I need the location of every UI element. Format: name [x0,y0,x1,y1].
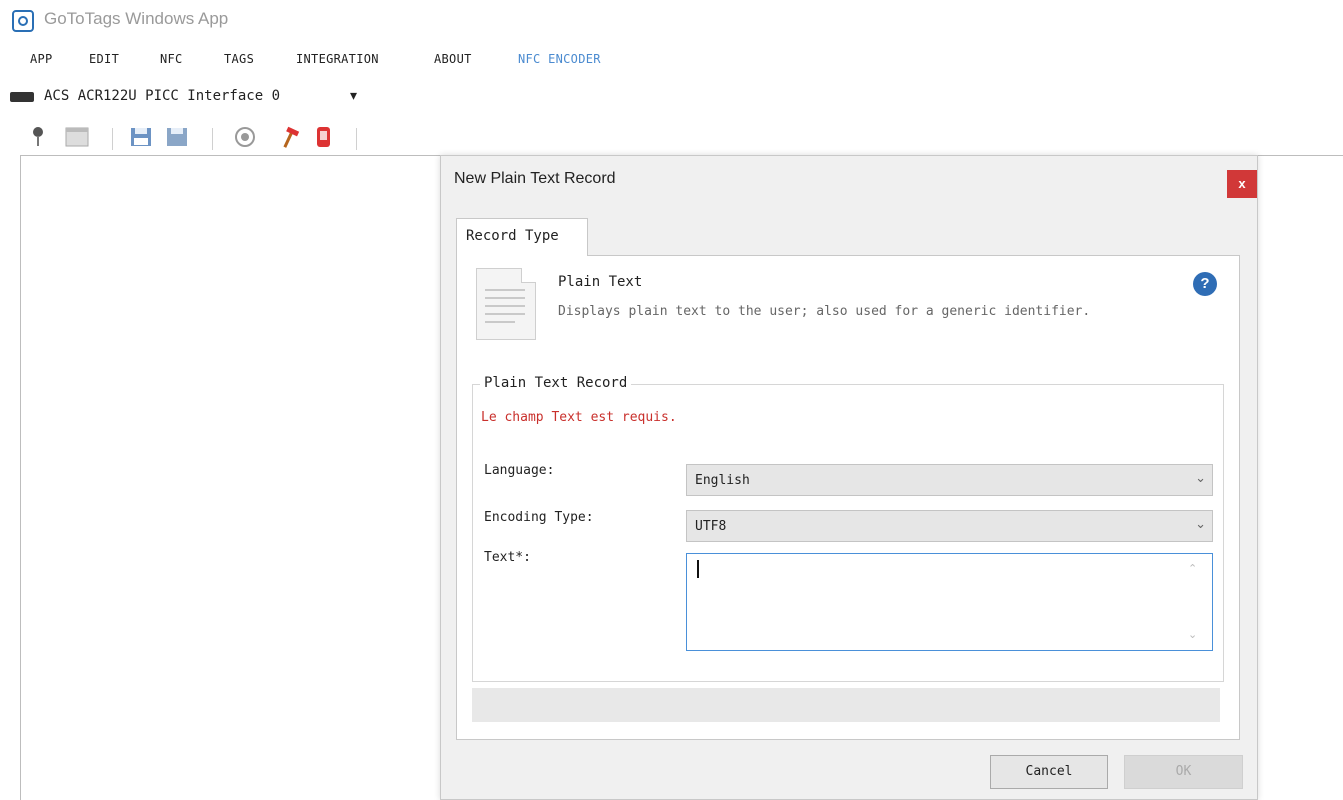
language-label: Language: [484,463,555,478]
text-input[interactable] [686,553,1213,651]
toolbar-separator [212,128,213,150]
app-logo-icon [12,10,34,32]
window-title: GoToTags Windows App [44,9,229,28]
encoding-type-value: UTF8 [695,519,727,534]
chevron-down-icon[interactable]: ▾ [350,88,357,104]
tab-label: Record Type [466,228,559,244]
menu-nfc[interactable]: NFC [160,52,183,66]
hammer-icon[interactable] [276,124,302,150]
help-icon[interactable]: ? [1193,272,1217,296]
encoding-type-label: Encoding Type: [484,510,594,525]
encoding-type-select[interactable]: UTF8 ⌄ [686,510,1213,542]
language-select[interactable]: English ⌄ [686,464,1213,496]
ok-button[interactable]: OK [1124,755,1243,789]
text-label: Text*: [484,550,531,565]
save-icon[interactable] [128,124,154,150]
close-button[interactable]: x [1227,170,1257,198]
record-type-description: Displays plain text to the user; also us… [558,304,1091,319]
validation-error: Le champ Text est requis. [481,410,677,425]
language-value: English [695,473,750,488]
device-selector[interactable]: ACS ACR122U PICC Interface 0 [44,88,280,104]
reader-icon [10,92,34,102]
main-panel-right [1258,155,1343,800]
chevron-down-icon: ⌄ [1195,471,1206,486]
save-disk-icon[interactable] [164,124,190,150]
window-icon[interactable] [64,124,90,150]
menu-tags[interactable]: TAGS [224,52,254,66]
chevron-down-icon: ⌄ [1195,517,1206,532]
menu-app[interactable]: APP [30,52,53,66]
toolbar-separator [112,128,113,150]
menu-integration[interactable]: INTEGRATION [296,52,379,66]
menu-edit[interactable]: EDIT [89,52,119,66]
record-type-title: Plain Text [558,274,643,290]
main-panel [20,155,440,800]
cancel-button[interactable]: Cancel [990,755,1108,789]
group-legend: Plain Text Record [480,375,632,391]
target-icon[interactable] [232,124,258,150]
text-caret [697,560,699,578]
location-icon[interactable] [28,124,54,150]
document-icon [476,268,536,340]
menu-nfc-encoder[interactable]: NFC ENCODER [518,52,601,66]
status-strip [472,688,1220,722]
scroll-down-icon[interactable]: ⌄ [1188,628,1197,641]
dialog-title: New Plain Text Record [454,170,616,187]
phone-icon[interactable] [310,124,336,150]
menu-bar: APP EDIT NFC TAGS INTEGRATION ABOUT NFC … [0,40,1343,78]
toolbar-separator [356,128,357,150]
menu-about[interactable]: ABOUT [434,52,472,66]
scroll-up-icon[interactable]: ⌃ [1188,562,1197,575]
